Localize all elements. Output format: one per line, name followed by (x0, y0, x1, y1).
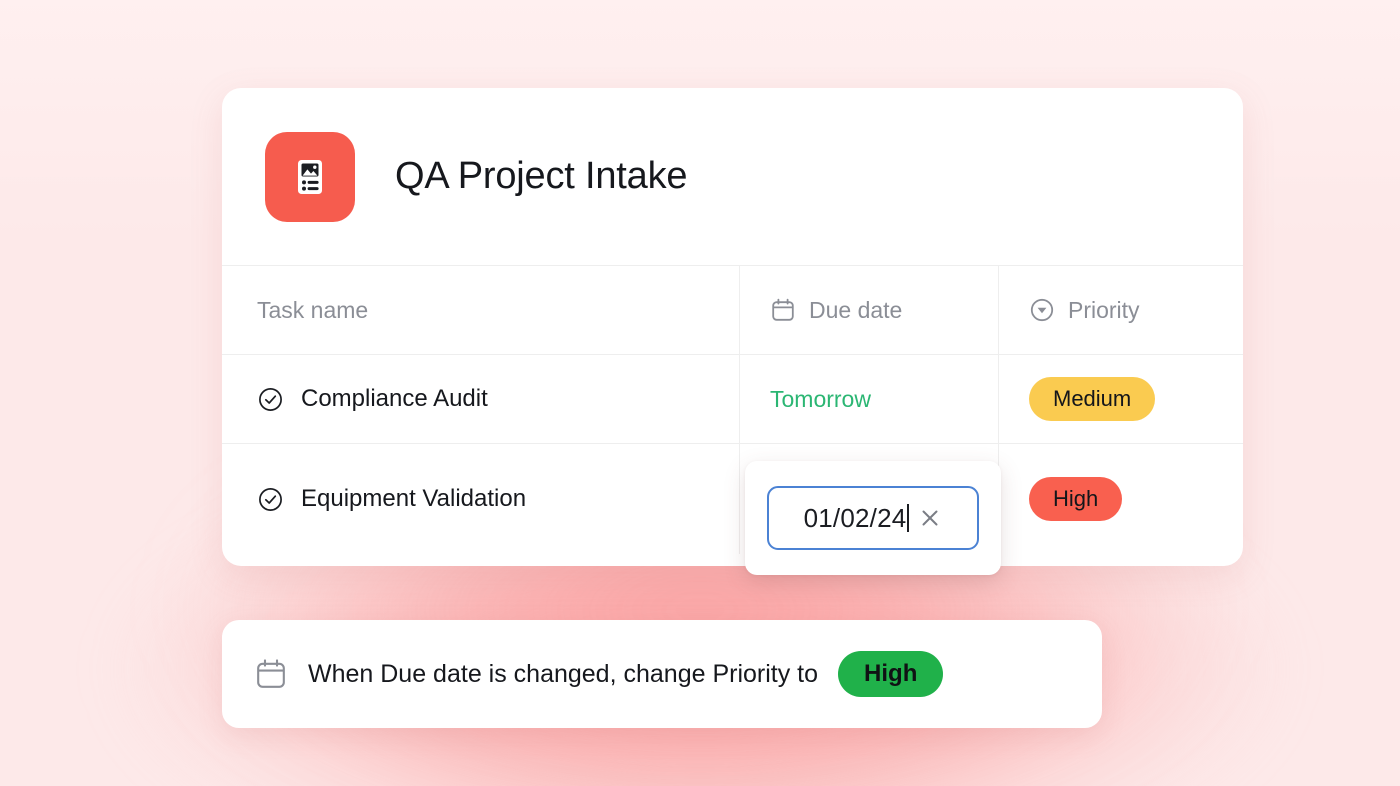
priority-badge[interactable]: Medium (1029, 377, 1155, 421)
circle-check-icon[interactable] (257, 486, 284, 513)
calendar-icon (770, 297, 796, 323)
document-image-list-icon (265, 132, 355, 222)
cell-priority[interactable]: High (999, 444, 1243, 554)
automation-rule-bar[interactable]: When Due date is changed, change Priorit… (222, 620, 1102, 728)
calendar-icon (254, 657, 288, 691)
cell-task-name[interactable]: Compliance Audit (222, 355, 740, 443)
column-header-due-date-label: Due date (809, 297, 902, 324)
date-input-field[interactable]: 01/02/24 (767, 486, 979, 550)
priority-badge[interactable]: High (1029, 477, 1122, 521)
circle-check-icon[interactable] (257, 386, 284, 413)
project-card: QA Project Intake Task name Due date (222, 88, 1243, 566)
page-title: QA Project Intake (395, 155, 687, 198)
column-header-priority-label: Priority (1068, 297, 1140, 324)
close-x-icon[interactable] (918, 506, 942, 530)
table-row[interactable]: Compliance Audit Tomorrow Medium (222, 355, 1243, 444)
table-header-row: Task name Due date (222, 266, 1243, 355)
column-header-task-name[interactable]: Task name (222, 266, 740, 354)
task-table: Task name Due date (222, 266, 1243, 554)
cell-task-name[interactable]: Equipment Validation (222, 444, 740, 554)
task-name-text: Compliance Audit (301, 385, 488, 413)
circle-chevron-down-icon (1029, 297, 1055, 323)
date-picker-popup: 01/02/24 (745, 461, 1001, 575)
cell-due-date[interactable]: Tomorrow (740, 355, 999, 443)
column-header-task-name-label: Task name (257, 297, 368, 324)
column-header-priority[interactable]: Priority (999, 266, 1243, 354)
task-name-text: Equipment Validation (301, 485, 526, 513)
date-input-value: 01/02/24 (804, 503, 907, 534)
cell-priority[interactable]: Medium (999, 355, 1243, 443)
text-cursor (907, 504, 909, 532)
due-date-value: Tomorrow (770, 386, 871, 413)
column-header-due-date[interactable]: Due date (740, 266, 999, 354)
table-row[interactable]: Equipment Validation High (222, 444, 1243, 554)
automation-priority-badge[interactable]: High (838, 651, 943, 697)
automation-rule-text: When Due date is changed, change Priorit… (308, 660, 818, 689)
card-header: QA Project Intake (222, 88, 1243, 266)
